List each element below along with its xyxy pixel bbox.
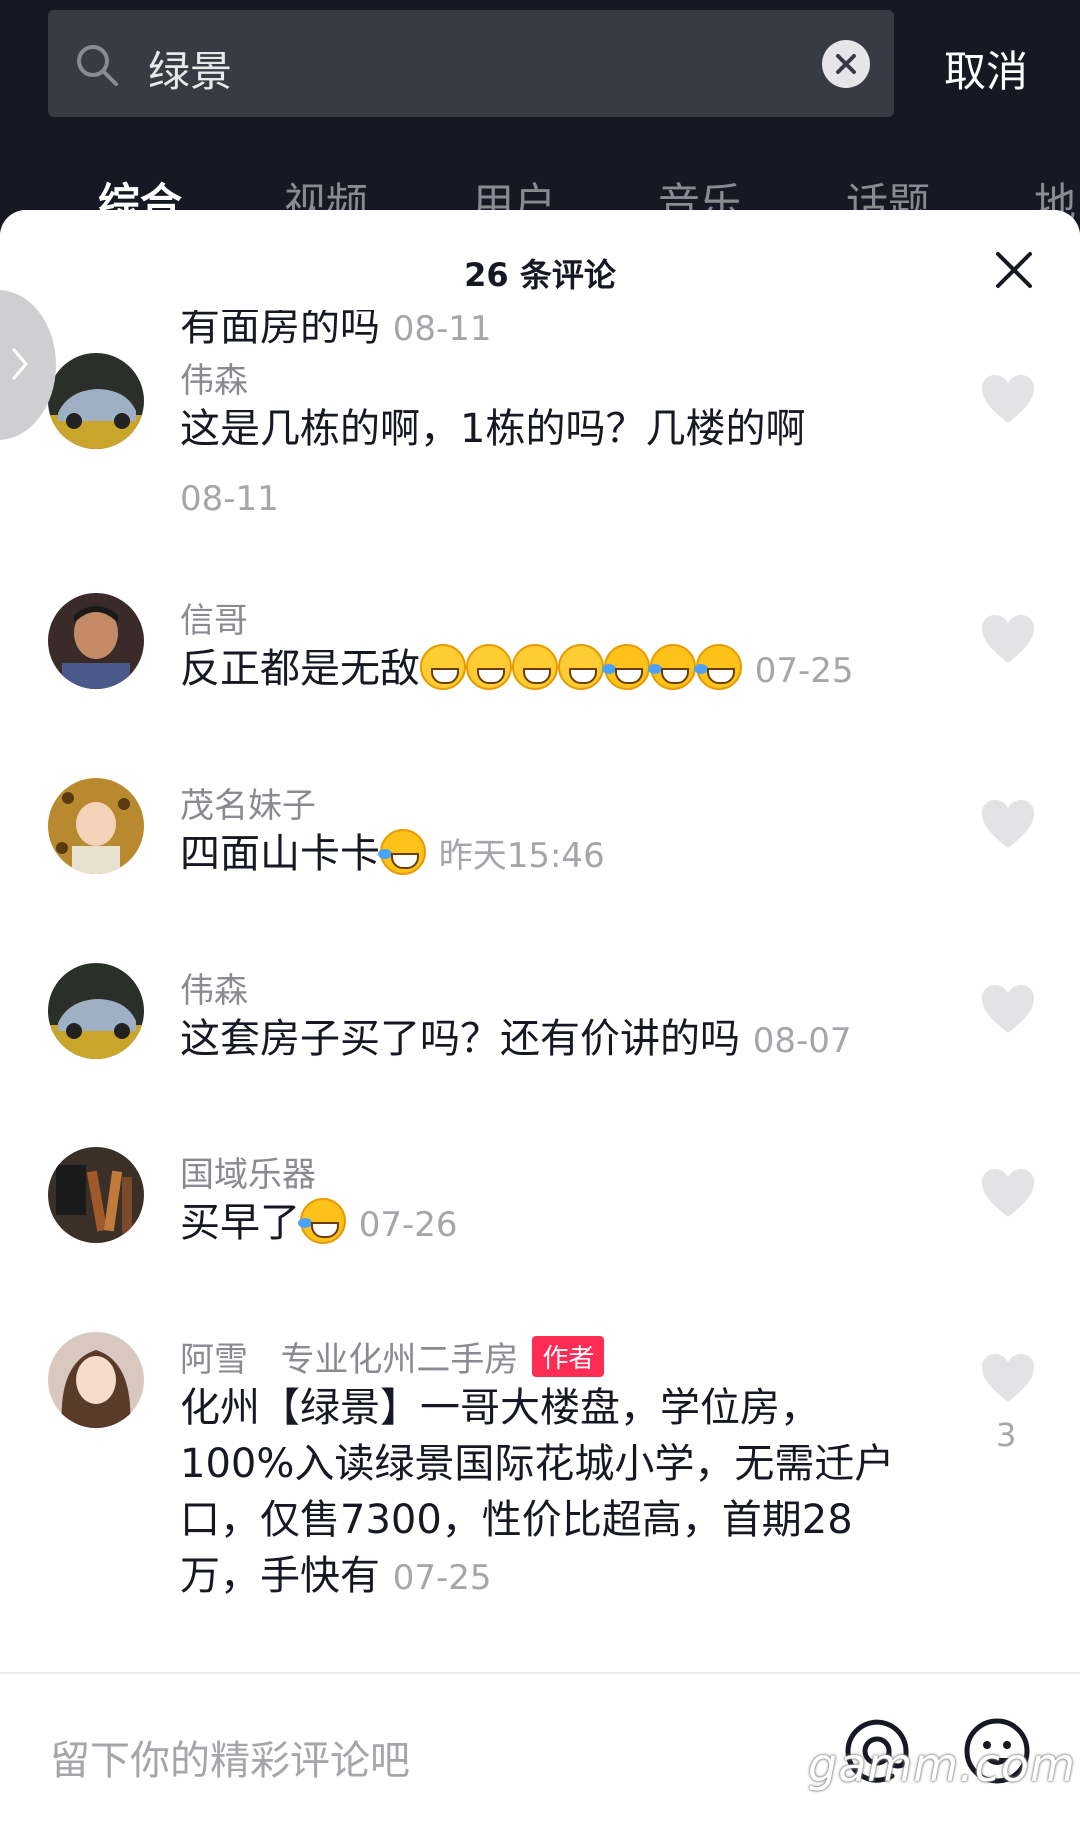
cancel-button[interactable]: 取消: [944, 38, 1028, 99]
comments-sheet: 26 条评论 有面房的吗 08-11 伟森 这是几栋的啊，1栋的吗？几楼的啊 0…: [0, 210, 1080, 1828]
comment-text: 四面山卡卡 昨天15:46: [180, 826, 920, 884]
comment-text: 这是几栋的啊，1栋的吗？几楼的啊: [180, 406, 806, 452]
clear-icon[interactable]: [822, 40, 870, 88]
sheet-header: 26 条评论: [0, 210, 1080, 310]
avatar[interactable]: [48, 778, 144, 874]
avatar[interactable]: [48, 593, 144, 689]
author-name: 阿雪: [180, 1340, 248, 1380]
comment-text: 这套房子买了吗？还有价讲的吗 08-07: [180, 1011, 920, 1069]
rofl-emoji-icon: [648, 644, 696, 690]
comment-count-title: 26 条评论: [464, 256, 616, 294]
rofl-emoji-icon: [378, 829, 426, 875]
rofl-emoji-icon: [694, 644, 742, 690]
comment-text: 化州【绿景】一哥大楼盘，学位房，100%入读绿景国际花城小学，无需迁户口，仅售7…: [180, 1380, 920, 1606]
comment-username[interactable]: 国域乐器: [180, 1147, 316, 1196]
heart-icon[interactable]: [980, 1352, 1036, 1404]
comment-username[interactable]: 伟森: [180, 353, 248, 402]
grin-emoji-icon: [512, 644, 558, 690]
grin-emoji-icon: [466, 644, 512, 690]
comment-text: 买早了 07-26: [180, 1195, 920, 1253]
rofl-emoji-icon: [602, 644, 650, 690]
comment-date: 昨天15:46: [438, 836, 605, 876]
heart-icon[interactable]: [980, 798, 1036, 850]
avatar[interactable]: [48, 1147, 144, 1243]
comment-input[interactable]: 留下你的精彩评论吧: [50, 1728, 410, 1786]
comment-username[interactable]: 阿雪 专业化州二手房 作者: [180, 1332, 605, 1381]
comment-username[interactable]: 茂名妹子: [180, 778, 316, 827]
heart-icon[interactable]: [980, 983, 1036, 1035]
crying-emoji-icon: [298, 1198, 346, 1244]
comment-body: 四面山卡卡: [180, 831, 380, 877]
comment-body: 买早了: [180, 1200, 300, 1246]
chevron-right-icon: [12, 348, 28, 380]
comment-text: 反正都是无敌 07-25: [180, 641, 920, 699]
heart-icon[interactable]: [980, 373, 1036, 425]
comment-date: 07-25: [392, 1558, 492, 1598]
heart-icon[interactable]: [980, 613, 1036, 665]
comment-date: 07-26: [358, 1205, 458, 1245]
author-badge: 作者: [532, 1336, 605, 1377]
avatar[interactable]: [48, 1332, 144, 1428]
watermark: gamm.com: [808, 1738, 1076, 1792]
avatar[interactable]: [48, 353, 144, 449]
comment-username[interactable]: 伟森: [180, 963, 248, 1012]
grin-emoji-icon: [558, 644, 604, 690]
comment-date: 07-25: [754, 651, 854, 691]
grin-emoji-icon: [420, 644, 466, 690]
comment-body: 化州【绿景】一哥大楼盘，学位房，100%入读绿景国际花城小学，无需迁户口，仅售7…: [180, 1385, 895, 1599]
search-icon: [77, 45, 118, 86]
comment-date: 08-11: [180, 479, 279, 519]
like-count: 3: [996, 1416, 1017, 1454]
comment-username[interactable]: 信哥: [180, 593, 248, 642]
avatar[interactable]: [48, 963, 144, 1059]
comment-body: 反正都是无敌: [180, 646, 420, 692]
collapse-handle[interactable]: [0, 290, 56, 440]
partial-comment-body: 有面房的吗: [180, 304, 380, 350]
heart-icon[interactable]: [980, 1167, 1036, 1219]
search-query: 绿景: [148, 47, 233, 96]
close-icon[interactable]: [990, 246, 1038, 294]
author-title: 专业化州二手房: [280, 1340, 519, 1380]
top-bar: 绿景 取消 综合 视频 用户 音乐 话题 地: [0, 0, 1080, 240]
search-input[interactable]: 绿景: [48, 10, 894, 117]
partial-comment-date: 08-11: [392, 309, 492, 349]
comment-body: 这套房子买了吗？还有价讲的吗: [180, 1016, 740, 1062]
comment-date: 08-07: [752, 1021, 852, 1061]
